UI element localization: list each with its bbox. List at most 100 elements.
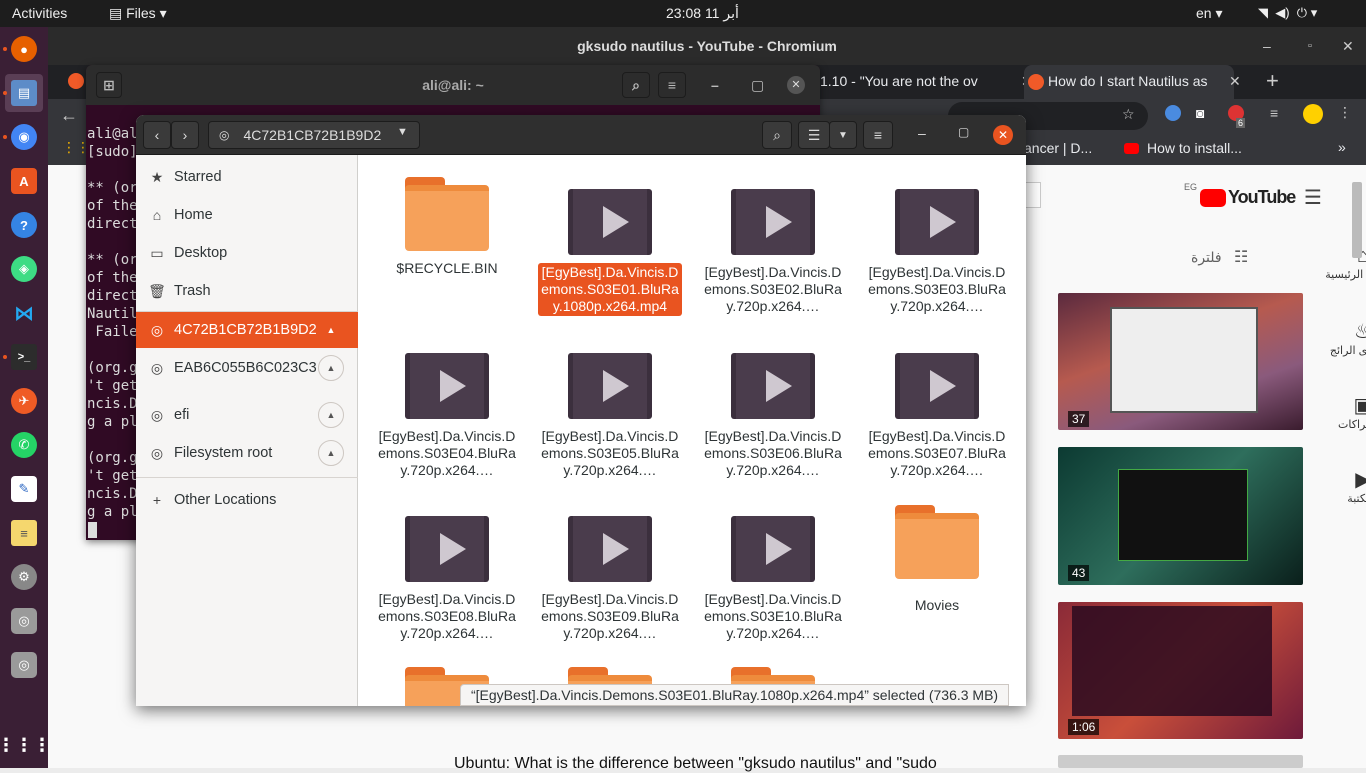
vscode-icon[interactable]: ⋈ xyxy=(11,300,37,326)
thumbnail-terminal xyxy=(1118,469,1248,561)
volume-icon: ◀) xyxy=(1275,5,1290,20)
scrollbar[interactable] xyxy=(1352,182,1362,258)
eject-icon[interactable]: ▲ xyxy=(318,355,344,381)
browser-tab[interactable]: 1.10 - "You are not the ov xyxy=(820,65,1005,99)
settings-icon[interactable]: ⚙ xyxy=(11,564,37,590)
close-button[interactable]: ✕ xyxy=(787,76,805,94)
sidebar-item-other-locations[interactable]: + Other Locations xyxy=(136,482,358,518)
file-item-video[interactable]: [EgyBest].Da.Vincis.Demons.S03E04.BluRay… xyxy=(375,353,519,480)
running-indicator xyxy=(3,47,7,51)
file-item-folder[interactable]: $RECYCLE.BIN xyxy=(375,177,519,278)
drive-icon-2[interactable]: ◎ xyxy=(11,652,37,678)
minimize-button[interactable]: – xyxy=(711,65,719,105)
file-item-video[interactable]: [EgyBest].Da.Vincis.Demons.S03E06.BluRay… xyxy=(701,353,845,480)
bookmark-item[interactable]: ancer | D... xyxy=(1024,140,1092,156)
file-item-video[interactable]: [EgyBest].Da.Vincis.Demons.S03E07.BluRay… xyxy=(865,353,1009,480)
close-button[interactable]: ✕ xyxy=(993,125,1013,145)
filter-icon[interactable]: ☷ xyxy=(1234,247,1248,267)
activities-button[interactable]: Activities xyxy=(12,5,67,21)
drive-icon[interactable]: ◎ xyxy=(11,608,37,634)
firefox-icon[interactable]: ● xyxy=(11,36,37,62)
notes-icon[interactable]: ≡ xyxy=(11,520,37,546)
file-item-video-selected[interactable]: [EgyBest].Da.Vincis.Demons.S03E01.BluRay… xyxy=(538,189,682,316)
menu-icon[interactable]: ≡ xyxy=(658,72,686,98)
video-thumbnail[interactable] xyxy=(1058,447,1303,585)
extension-icon-2[interactable]: ◙ xyxy=(1196,105,1204,121)
clock[interactable]: 23:08 أبر 11 xyxy=(666,5,739,22)
file-item-video[interactable]: [EgyBest].Da.Vincis.Demons.S03E10.BluRay… xyxy=(701,516,845,643)
youtube-logo[interactable]: YouTube xyxy=(1200,187,1296,208)
bookmark-star-icon[interactable]: ☆ xyxy=(1122,106,1135,123)
software-icon[interactable]: A xyxy=(11,168,37,194)
maximize-button[interactable]: ▫ xyxy=(1308,27,1312,65)
bookmarks-overflow[interactable]: » xyxy=(1338,139,1346,155)
postman-icon[interactable]: ✈ xyxy=(11,388,37,414)
file-item-video[interactable]: [EgyBest].Da.Vincis.Demons.S03E02.BluRay… xyxy=(701,189,845,316)
video-file-icon xyxy=(568,516,652,582)
help-icon[interactable]: ? xyxy=(11,212,37,238)
video-title[interactable]: Ubuntu: What is the difference between "… xyxy=(454,755,937,773)
sidebar-item-home[interactable]: ⌂ Home xyxy=(136,197,358,233)
path-bar[interactable]: ◎ 4C72B1CB72B1B9D2 ▼ xyxy=(208,121,420,149)
system-tray[interactable]: ◥ ◀) ⏻ ▾ xyxy=(1258,5,1317,21)
view-options-button[interactable]: ▼ xyxy=(829,121,857,149)
youtube-play-icon xyxy=(1200,188,1226,207)
back-button[interactable]: ‹ xyxy=(143,121,171,149)
tab-close-icon[interactable]: ✕ xyxy=(1229,65,1241,99)
search-box[interactable] xyxy=(1025,182,1041,208)
apps-grid-icon[interactable]: ⋮⋮⋮ xyxy=(0,732,51,758)
sidebar-item-trash[interactable]: 🗑 Trash xyxy=(136,273,358,309)
menu-icon[interactable]: ⋮ xyxy=(1338,104,1352,121)
chromium-icon[interactable]: ◉ xyxy=(11,124,37,150)
browser-tab-active[interactable]: How do I start Nautilus as xyxy=(1024,65,1234,99)
close-button[interactable]: ✕ xyxy=(1342,27,1354,65)
android-icon[interactable]: ◈ xyxy=(11,256,37,282)
sidebar-item-drive-4c72[interactable]: ◎ 4C72B1CB72B1B9D2 ▲ xyxy=(136,312,358,348)
search-icon[interactable]: ⌕ xyxy=(622,72,650,98)
chevron-down-icon[interactable]: ▼ xyxy=(397,126,408,138)
terminal-icon[interactable]: >_ xyxy=(11,344,37,370)
bookmark-item[interactable]: How to install... xyxy=(1147,140,1242,156)
sidebar-item-desktop[interactable]: ▭ Desktop xyxy=(136,235,358,271)
hamburger-menu-icon[interactable]: ☰ xyxy=(1304,185,1322,210)
editor-icon[interactable]: ✎ xyxy=(11,476,37,502)
extension-icon[interactable] xyxy=(1165,105,1181,121)
menu-button[interactable]: ≡ xyxy=(863,121,893,149)
eject-icon[interactable]: ▲ xyxy=(318,317,344,343)
media-icon[interactable]: ≡ xyxy=(1270,105,1278,121)
forward-button[interactable]: › xyxy=(171,121,199,149)
terminal-cursor xyxy=(88,522,97,538)
whatsapp-icon[interactable]: ✆ xyxy=(11,432,37,458)
nav-trending[interactable]: ♨المحتوى الرائج xyxy=(1324,319,1366,357)
minimize-button[interactable]: – xyxy=(918,125,926,141)
video-thumbnail[interactable] xyxy=(1058,293,1303,430)
file-item-folder[interactable]: Movies xyxy=(865,505,1009,615)
eject-icon[interactable]: ▲ xyxy=(318,402,344,428)
new-tab-button[interactable]: + xyxy=(1266,65,1279,99)
file-item-video[interactable]: [EgyBest].Da.Vincis.Demons.S03E05.BluRay… xyxy=(538,353,682,480)
sidebar-item-efi[interactable]: ◎ efi ▲ xyxy=(136,397,358,433)
sidebar-item-starred[interactable]: ★ Starred xyxy=(136,159,358,195)
minimize-button[interactable]: – xyxy=(1263,27,1271,65)
file-item-video[interactable]: [EgyBest].Da.Vincis.Demons.S03E03.BluRay… xyxy=(865,189,1009,316)
back-icon[interactable]: ← xyxy=(60,105,78,126)
sidebar-item-filesystem-root[interactable]: ◎ Filesystem root ▲ xyxy=(136,435,358,471)
app-menu[interactable]: ▤ Files ▾ xyxy=(109,5,167,22)
file-item-video[interactable]: [EgyBest].Da.Vincis.Demons.S03E09.BluRay… xyxy=(538,516,682,643)
avatar[interactable] xyxy=(1303,104,1323,124)
filter-label[interactable]: فلترة xyxy=(1191,249,1222,266)
chevron-left-icon: ‹ xyxy=(154,127,160,143)
file-item-video[interactable]: [EgyBest].Da.Vincis.Demons.S03E08.BluRay… xyxy=(375,516,519,643)
nav-library[interactable]: ▶المكتبة xyxy=(1324,467,1366,505)
view-list-button[interactable]: ☰ xyxy=(798,121,830,149)
language-indicator[interactable]: en ▾ xyxy=(1196,5,1223,22)
files-icon[interactable]: ▤ xyxy=(11,80,37,106)
nav-subscriptions[interactable]: ▣الاشتراكات xyxy=(1324,393,1366,431)
video-thumbnail[interactable] xyxy=(1058,755,1303,768)
maximize-button[interactable]: ▢ xyxy=(958,125,969,139)
sidebar-item-drive-eab6[interactable]: ◎ EAB6C055B6C023C3 ▲ xyxy=(136,350,358,386)
maximize-button[interactable]: ▢ xyxy=(751,65,764,105)
new-tab-icon[interactable]: ⊞ xyxy=(96,72,122,98)
eject-icon[interactable]: ▲ xyxy=(318,440,344,466)
search-button[interactable]: ⌕ xyxy=(762,121,792,149)
